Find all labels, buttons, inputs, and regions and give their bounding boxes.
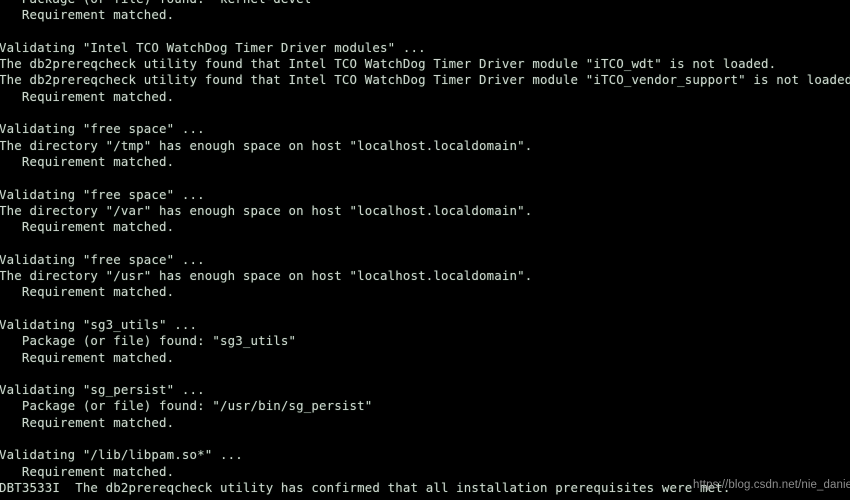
terminal-line: Validating "Intel TCO WatchDog Timer Dri…: [0, 39, 426, 55]
terminal-line: Validating "free space" ...: [0, 121, 205, 137]
terminal-line: Package (or file) found: "kernel-devel": [0, 0, 850, 7]
terminal-line: Package (or file) found: "sg3_utils": [0, 333, 297, 349]
terminal-line: Requirement matched.: [0, 284, 175, 300]
watermark-url: https://blog.csdn.net/nie_daniel: [693, 479, 850, 491]
terminal-line: Requirement matched.: [0, 7, 175, 23]
terminal-line: The directory "/tmp" has enough space on…: [0, 137, 533, 153]
terminal-line: The directory "/var" has enough space on…: [0, 202, 533, 218]
terminal-line: Requirement matched.: [0, 153, 175, 169]
terminal-line: Validating "/lib/libpam.so*" ...: [0, 447, 243, 463]
terminal-line: Requirement matched.: [0, 88, 175, 104]
terminal-line: Package (or file) found: "/usr/bin/sg_pe…: [0, 398, 373, 414]
terminal-line: Requirement matched.: [0, 463, 175, 479]
terminal-output[interactable]: Package (or file) found: "kernel-devel" …: [0, 0, 850, 497]
terminal-line: Validating "sg_persist" ...: [0, 382, 205, 398]
terminal-line: Requirement matched.: [0, 349, 175, 365]
terminal-line: The db2prereqcheck utility found that In…: [0, 56, 777, 72]
terminal-line: Validating "free space" ...: [0, 251, 205, 267]
terminal-line: Validating "sg3_utils" ...: [0, 316, 198, 332]
terminal-line: Requirement matched.: [0, 219, 175, 235]
terminal-line: The db2prereqcheck utility found that In…: [0, 72, 850, 88]
terminal-line: Validating "free space" ...: [0, 186, 205, 202]
terminal-line: The directory "/usr" has enough space on…: [0, 268, 533, 284]
terminal-line: Requirement matched.: [0, 414, 175, 430]
